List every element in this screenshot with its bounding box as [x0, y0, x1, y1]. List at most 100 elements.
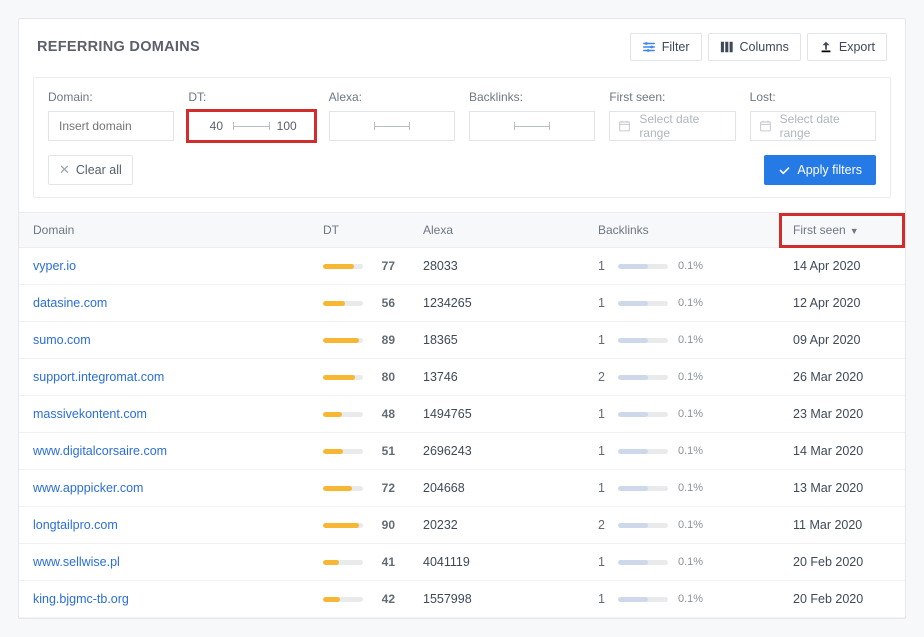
backlinks-cell: 1 0.1%: [598, 481, 765, 495]
backlinks-count: 1: [598, 481, 608, 495]
columns-button[interactable]: Columns: [708, 33, 801, 61]
export-button[interactable]: Export: [807, 33, 887, 61]
backlinks-pct: 0.1%: [678, 371, 703, 383]
sort-desc-icon: ▼: [850, 226, 859, 236]
backlinks-cell: 10.1%: [598, 296, 765, 310]
filter-alexa-range[interactable]: [329, 111, 455, 141]
backlinks-cell: 10.1%: [598, 259, 765, 273]
dt-bar: [323, 264, 363, 269]
alexa-value: 1557998: [409, 581, 584, 618]
domain-link[interactable]: www.sellwise.pl: [33, 555, 120, 569]
main-card: REFERRING DOMAINS Filter Columns Export …: [18, 18, 906, 619]
table-row: datasine.com56123426510.1%12 Apr 2020: [19, 285, 905, 322]
filter-alexa: Alexa:: [329, 90, 455, 141]
apply-filters-button[interactable]: Apply filters: [764, 155, 876, 185]
alexa-value: 18365: [409, 322, 584, 359]
filter-firstseen-picker[interactable]: Select date range: [609, 111, 735, 141]
filter-backlinks-label: Backlinks:: [469, 90, 595, 104]
filter-lost-label: Lost:: [750, 90, 876, 104]
backlinks-bar: [618, 338, 668, 343]
dt-cell: 90: [323, 518, 395, 532]
backlinks-pct: 0.1%: [678, 445, 703, 457]
alexa-value: 204668: [409, 470, 584, 507]
backlinks-bar: [618, 597, 668, 602]
firstseen-value: 11 Mar 2020: [779, 507, 905, 544]
check-icon: [778, 164, 791, 177]
filter-firstseen: First seen: Select date range: [609, 90, 735, 141]
th-dt[interactable]: DT: [309, 213, 409, 248]
backlinks-bar: [618, 523, 668, 528]
filter-lost: Lost: Select date range: [750, 90, 876, 141]
backlinks-pct: 0.1%: [678, 482, 703, 494]
firstseen-value: 13 Mar 2020: [779, 470, 905, 507]
dt-value: 77: [373, 259, 395, 273]
backlinks-count: 1: [598, 407, 608, 421]
filter-dt: DT: 40 100: [188, 90, 314, 141]
dt-value: 89: [373, 333, 395, 347]
alexa-value: 1494765: [409, 396, 584, 433]
backlinks-cell: 10.1%: [598, 592, 765, 606]
domain-link[interactable]: vyper.io: [33, 259, 76, 273]
filter-dt-range[interactable]: 40 100: [188, 111, 314, 141]
filter-dt-label: DT:: [188, 90, 314, 104]
filter-dt-min: 40: [199, 119, 233, 133]
export-button-label: Export: [839, 40, 875, 54]
firstseen-value: 20 Feb 2020: [779, 544, 905, 581]
dt-cell: 41: [323, 555, 395, 569]
backlinks-bar: [618, 486, 668, 491]
firstseen-value: 09 Apr 2020: [779, 322, 905, 359]
backlinks-count: 1: [598, 259, 608, 273]
filter-button[interactable]: Filter: [630, 33, 702, 61]
backlinks-bar: [618, 375, 668, 380]
domain-link[interactable]: support.integromat.com: [33, 370, 164, 384]
range-line-icon: [233, 126, 269, 127]
backlinks-bar: [618, 264, 668, 269]
th-backlinks[interactable]: Backlinks: [584, 213, 779, 248]
domain-link[interactable]: www.digitalcorsaire.com: [33, 444, 167, 458]
table-row: vyper.io772803310.1%14 Apr 2020: [19, 248, 905, 285]
domain-link[interactable]: datasine.com: [33, 296, 107, 310]
backlinks-count: 1: [598, 444, 608, 458]
domain-link[interactable]: king.bjgmc-tb.org: [33, 592, 129, 606]
table-row: www.sellwise.pl41404111910.1%20 Feb 2020: [19, 544, 905, 581]
filter-domain-input[interactable]: [48, 111, 174, 141]
th-alexa[interactable]: Alexa: [409, 213, 584, 248]
dt-cell: 77: [323, 259, 395, 273]
clear-all-button[interactable]: ✕ Clear all: [48, 155, 133, 185]
backlinks-pct: 0.1%: [678, 519, 703, 531]
backlinks-count: 1: [598, 592, 608, 606]
firstseen-value: 14 Apr 2020: [779, 248, 905, 285]
dt-cell: 48: [323, 407, 395, 421]
backlinks-count: 1: [598, 333, 608, 347]
dt-bar: [323, 523, 363, 528]
domain-link[interactable]: massivekontent.com: [33, 407, 147, 421]
table-row: www.digitalcorsaire.com51269624310.1%14 …: [19, 433, 905, 470]
table-row: king.bjgmc-tb.org42155799810.1%20 Feb 20…: [19, 581, 905, 618]
domain-link[interactable]: longtailpro.com: [33, 518, 118, 532]
dt-value: 90: [373, 518, 395, 532]
calendar-icon: [618, 119, 631, 133]
filter-backlinks: Backlinks:: [469, 90, 595, 141]
th-firstseen[interactable]: First seen▼: [779, 213, 905, 248]
firstseen-value: 12 Apr 2020: [779, 285, 905, 322]
dt-bar: [323, 560, 363, 565]
page-title: REFERRING DOMAINS: [37, 39, 200, 55]
dt-value: 72: [373, 481, 395, 495]
dt-cell: 72: [323, 481, 395, 495]
dt-bar: [323, 301, 363, 306]
dt-cell: 42: [323, 592, 395, 606]
firstseen-value: 14 Mar 2020: [779, 433, 905, 470]
domain-link[interactable]: www.apppicker.com: [33, 481, 143, 495]
backlinks-cell: 10.1%: [598, 555, 765, 569]
domain-link[interactable]: sumo.com: [33, 333, 91, 347]
filter-lost-picker[interactable]: Select date range: [750, 111, 876, 141]
filter-backlinks-range[interactable]: [469, 111, 595, 141]
backlinks-bar: [618, 412, 668, 417]
dt-value: 51: [373, 444, 395, 458]
backlinks-cell: 20.1%: [598, 518, 765, 532]
filter-firstseen-placeholder: Select date range: [639, 112, 726, 140]
table-row: massivekontent.com48149476510.1%23 Mar 2…: [19, 396, 905, 433]
backlinks-pct: 0.1%: [678, 297, 703, 309]
columns-icon: [720, 40, 734, 54]
th-domain[interactable]: Domain: [19, 213, 309, 248]
